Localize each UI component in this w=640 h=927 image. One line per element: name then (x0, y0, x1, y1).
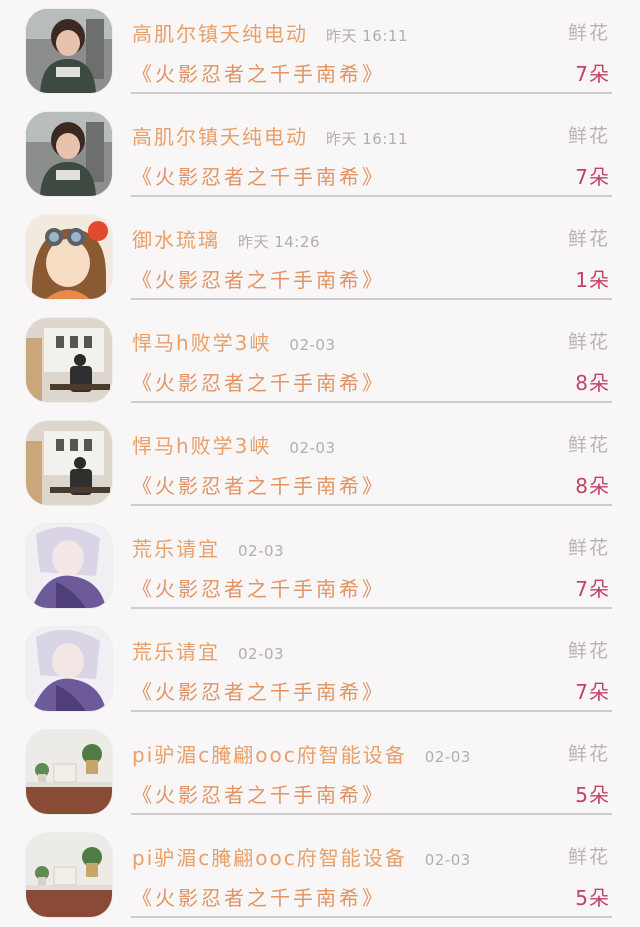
row-divider (131, 813, 612, 815)
work-title[interactable]: 《火影忍者之千手南希》 (132, 573, 385, 602)
user-name-text[interactable]: 悍马h败学3峡 (132, 434, 271, 458)
timestamp: 昨天 14:26 (238, 233, 320, 251)
gift-type-label: 鲜花 (567, 331, 610, 353)
anime-girl-avatar[interactable] (26, 215, 112, 299)
work-title[interactable]: 《火影忍者之千手南希》 (132, 264, 385, 293)
gift-type-label: 鲜花 (567, 846, 610, 868)
user-name[interactable]: pi驴湄c腌翩ooc府智能设备 02-03 (132, 842, 471, 871)
gift-type-label: 鲜花 (567, 537, 610, 559)
gift-count: 8朵 (575, 474, 610, 498)
window-scene-avatar[interactable] (26, 318, 112, 402)
work-title[interactable]: 《火影忍者之千手南希》 (132, 367, 385, 396)
user-name-text[interactable]: 悍马h败学3峡 (132, 331, 271, 355)
gift-count: 1朵 (575, 268, 610, 292)
gift-count: 8朵 (575, 371, 610, 395)
row-divider (131, 710, 612, 712)
work-title[interactable]: 《火影忍者之千手南希》 (132, 470, 385, 499)
row-divider (131, 92, 612, 94)
gift-type-label: 鲜花 (567, 228, 610, 250)
gift-record-list: 高肌尔镇夭纯电动 昨天 16:11 《火影忍者之千手南希》 鲜花 7朵 高肌尔镇夭纯电动昨… (0, 0, 640, 918)
timestamp: 02-03 (289, 336, 336, 354)
timestamp: 02-03 (289, 439, 336, 457)
work-title[interactable]: 《火影忍者之千手南希》 (132, 882, 385, 911)
user-name[interactable]: 荒乐请宜 02-03 (132, 533, 284, 562)
gift-type-label: 鲜花 (567, 22, 610, 44)
anime-boy-avatar[interactable] (26, 627, 112, 711)
timestamp: 02-03 (424, 748, 471, 766)
gift-record-row[interactable]: 荒乐请宜 02-03 《火影忍者之千手南希》 鲜花 7朵 (0, 515, 640, 618)
gift-type-label: 鲜花 (567, 743, 610, 765)
work-title[interactable]: 《火影忍者之千手南希》 (132, 161, 385, 190)
anime-boy-avatar[interactable] (26, 524, 112, 608)
user-name[interactable]: 高肌尔镇夭纯电动 昨天 16:11 (132, 121, 408, 150)
child-photo-avatar[interactable] (26, 9, 112, 93)
gift-type-label: 鲜花 (567, 640, 610, 662)
gift-record-row[interactable]: 悍马h败学3峡 02-03 《火影忍者之千手南希》 鲜花 8朵 (0, 412, 640, 515)
row-divider (131, 401, 612, 403)
plant-shelf-avatar[interactable] (26, 833, 112, 917)
work-title[interactable]: 《火影忍者之千手南希》 (132, 676, 385, 705)
timestamp: 02-03 (424, 851, 471, 869)
row-divider (131, 195, 612, 197)
user-name-text[interactable]: 荒乐请宜 (132, 537, 220, 561)
user-name-text[interactable]: 荒乐请宜 (132, 640, 220, 664)
gift-count: 7朵 (575, 680, 610, 704)
gift-record-row[interactable]: 荒乐请宜 02-03 《火影忍者之千手南希》 鲜花 7朵 (0, 618, 640, 721)
gift-record-row[interactable]: pi驴湄c腌翩ooc府智能设备 02-03 《火影忍者之千手南希》 鲜花 5朵 (0, 721, 640, 824)
user-name[interactable]: 悍马h败学3峡 02-03 (132, 327, 336, 356)
gift-count: 7朵 (575, 165, 610, 189)
user-name-text[interactable]: 御水琉璃 (132, 228, 220, 252)
work-title[interactable]: 《火影忍者之千手南希》 (132, 58, 385, 87)
timestamp: 02-03 (238, 542, 285, 560)
user-name-text[interactable]: 高肌尔镇夭纯电动 (132, 125, 308, 149)
user-name-text[interactable]: pi驴湄c腌翩ooc府智能设备 (132, 846, 407, 870)
gift-count: 7朵 (575, 577, 610, 601)
gift-record-row[interactable]: 御水琉璃 昨天 14:26 《火影忍者之千手南希》 鲜花 1朵 (0, 206, 640, 309)
gift-record-row[interactable]: pi驴湄c腌翩ooc府智能设备 02-03 《火影忍者之千手南希》 鲜花 5朵 (0, 824, 640, 927)
user-name-text[interactable]: 高肌尔镇夭纯电动 (132, 22, 308, 46)
user-name[interactable]: pi驴湄c腌翩ooc府智能设备 02-03 (132, 739, 471, 768)
user-name[interactable]: 悍马h败学3峡 02-03 (132, 430, 336, 459)
gift-type-label: 鲜花 (567, 434, 610, 456)
gift-record-row[interactable]: 高肌尔镇夭纯电动 昨天 16:11 《火影忍者之千手南希》 鲜花 7朵 (0, 0, 640, 103)
child-photo-avatar[interactable] (26, 112, 112, 196)
gift-record-row[interactable]: 高肌尔镇夭纯电动 昨天 16:11 《火影忍者之千手南希》 鲜花 7朵 (0, 103, 640, 206)
plant-shelf-avatar[interactable] (26, 730, 112, 814)
timestamp: 昨天 16:11 (326, 27, 408, 45)
gift-count: 5朵 (575, 886, 610, 910)
gift-record-row[interactable]: 悍马h败学3峡 02-03 《火影忍者之千手南希》 鲜花 8朵 (0, 309, 640, 412)
user-name[interactable]: 荒乐请宜 02-03 (132, 636, 284, 665)
work-title[interactable]: 《火影忍者之千手南希》 (132, 779, 385, 808)
row-divider (131, 504, 612, 506)
user-name[interactable]: 御水琉璃 昨天 14:26 (132, 224, 320, 253)
gift-count: 5朵 (575, 783, 610, 807)
gift-count: 7朵 (575, 62, 610, 86)
row-divider (131, 916, 612, 918)
window-scene-avatar[interactable] (26, 421, 112, 505)
gift-type-label: 鲜花 (567, 125, 610, 147)
timestamp: 02-03 (238, 645, 285, 663)
row-divider (131, 607, 612, 609)
user-name[interactable]: 高肌尔镇夭纯电动 昨天 16:11 (132, 18, 408, 47)
user-name-text[interactable]: pi驴湄c腌翩ooc府智能设备 (132, 743, 407, 767)
row-divider (131, 298, 612, 300)
timestamp: 昨天 16:11 (326, 130, 408, 148)
